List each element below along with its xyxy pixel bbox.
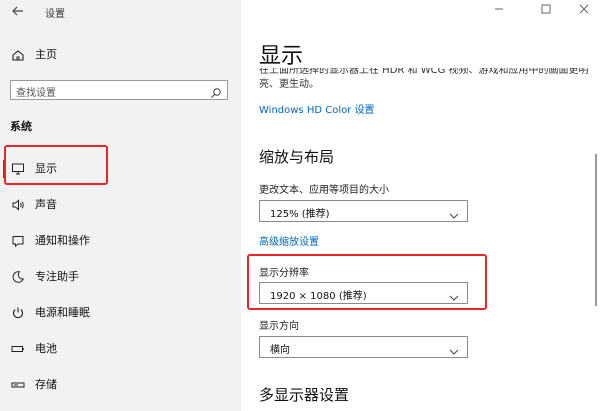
sidebar-item-focus-assist[interactable]: 专注助手 bbox=[0, 264, 241, 290]
sidebar-item-label: 专注助手 bbox=[35, 270, 79, 283]
page-title: 显示 bbox=[259, 44, 304, 69]
window-title: 设置 bbox=[45, 9, 65, 20]
sidebar-item-notifications[interactable]: 通知和操作 bbox=[0, 228, 241, 254]
close-icon[interactable] bbox=[574, 2, 594, 20]
notification-icon bbox=[10, 233, 26, 249]
orientation-label: 显示方向 bbox=[259, 321, 299, 332]
multi-display-heading: 多显示器设置 bbox=[259, 386, 350, 404]
chevron-down-icon bbox=[449, 206, 459, 219]
text-size-label: 更改文本、应用等项目的大小 bbox=[259, 185, 389, 196]
advanced-scaling-link[interactable]: 高级缩放设置 bbox=[259, 233, 319, 248]
sidebar-item-label: 通知和操作 bbox=[35, 234, 90, 247]
sidebar-item-label: 电源和睡眠 bbox=[35, 306, 90, 319]
main-content: 显示 在上面所选择的显示器上在 HDR 和 WCG 视频、游戏和应用中的画面更明… bbox=[241, 0, 600, 411]
battery-icon bbox=[10, 341, 26, 357]
sidebar-item-sound[interactable]: 声音 bbox=[0, 192, 241, 218]
sidebar-item-power-sleep[interactable]: 电源和睡眠 bbox=[0, 300, 241, 326]
orientation-dropdown[interactable]: 横向 bbox=[259, 336, 468, 358]
storage-icon bbox=[10, 377, 26, 393]
back-arrow-icon[interactable] bbox=[10, 3, 26, 19]
minimize-icon[interactable] bbox=[489, 2, 509, 20]
chevron-down-icon bbox=[449, 342, 459, 355]
power-icon bbox=[10, 305, 26, 321]
text-size-dropdown[interactable]: 125% (推荐) bbox=[259, 200, 468, 222]
highlight-box-resolution bbox=[247, 254, 487, 310]
sidebar-item-home[interactable]: 主页 bbox=[0, 42, 241, 68]
sidebar-item-storage[interactable]: 存储 bbox=[0, 372, 241, 398]
maximize-icon[interactable] bbox=[536, 2, 556, 20]
dropdown-value: 横向 bbox=[270, 345, 290, 356]
sidebar-item-label: 存储 bbox=[35, 378, 57, 391]
description-clip: 在上面所选择的显示器上在 HDR 和 WCG 视频、游戏和应用中的画面更明亮、更… bbox=[241, 68, 600, 96]
sidebar-item-label: 主页 bbox=[35, 48, 57, 61]
search-input[interactable]: 查找设置 bbox=[10, 80, 228, 100]
dropdown-value: 125% (推荐) bbox=[270, 209, 330, 220]
sidebar-item-battery[interactable]: 电池 bbox=[0, 336, 241, 362]
home-icon bbox=[10, 47, 26, 63]
sidebar-item-label: 电池 bbox=[35, 342, 57, 355]
scrollbar[interactable] bbox=[595, 154, 597, 306]
sidebar: 设置 主页 查找设置 系统 显示 声音 通知和操作 专注助手 电源和睡眠 电池 … bbox=[0, 0, 241, 411]
search-icon bbox=[210, 84, 222, 98]
highlight-box-display bbox=[4, 145, 108, 185]
search-placeholder: 查找设置 bbox=[16, 88, 56, 99]
hd-color-settings-link[interactable]: Windows HD Color 设置 bbox=[259, 101, 375, 116]
scale-layout-heading: 缩放与布局 bbox=[259, 148, 335, 166]
sidebar-item-label: 声音 bbox=[35, 198, 57, 211]
sidebar-section-heading: 系统 bbox=[10, 120, 32, 133]
hdr-description: 在上面所选择的显示器上在 HDR 和 WCG 视频、游戏和应用中的画面更明亮、更… bbox=[259, 68, 589, 90]
moon-icon bbox=[10, 269, 26, 285]
speaker-icon bbox=[10, 197, 26, 213]
